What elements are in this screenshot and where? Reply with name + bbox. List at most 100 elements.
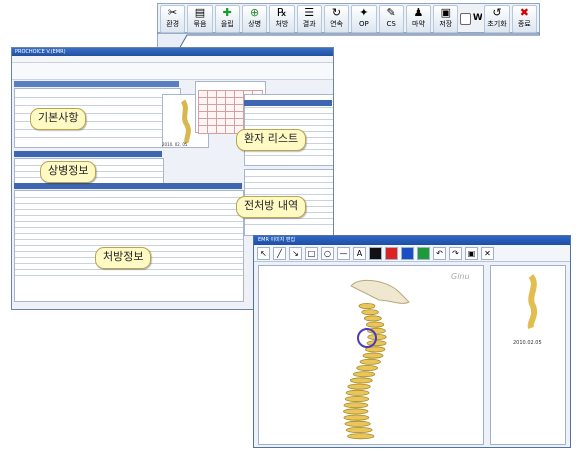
- grid-row-line: [245, 218, 333, 219]
- grid-row-line: [15, 275, 243, 276]
- toolbar-button-label: 연속: [330, 20, 343, 28]
- sequence-icon: ↻: [331, 6, 342, 19]
- vertebra: [362, 352, 384, 359]
- plus-circle-icon: ⊕: [249, 6, 260, 19]
- grid-row-line: [15, 197, 243, 198]
- vertebra: [367, 334, 387, 341]
- toolbar-button-label: 상병: [248, 20, 262, 28]
- line-tool-icon[interactable]: ╱: [273, 246, 286, 260]
- image-canvas[interactable]: Ginu: [258, 265, 484, 445]
- toolbar-button-12[interactable]: ↺ 초기화: [484, 5, 510, 33]
- toolbar-button-8[interactable]: ✎ CS: [378, 5, 404, 33]
- patient-list-selected-row[interactable]: [244, 100, 332, 106]
- vertebra: [361, 309, 379, 316]
- toolbar-button-0[interactable]: ✂ 환경: [160, 5, 186, 33]
- close-x-icon: ✖: [519, 6, 529, 19]
- color-black-icon[interactable]: [369, 246, 382, 260]
- main-window-title: PROCHOICE V.(EMR): [12, 48, 333, 56]
- toolbar-button-6[interactable]: ↻ 연속: [323, 5, 350, 33]
- vertebra: [344, 395, 370, 402]
- arrow-tool-icon[interactable]: ↘: [289, 246, 302, 260]
- spine-xray-illustration: [343, 279, 410, 440]
- toolbar-button-13[interactable]: ✖ 종료: [511, 5, 537, 33]
- thumbnail-date: 2010.02.05: [513, 340, 542, 346]
- grid-row-line: [15, 215, 243, 216]
- vertebra: [356, 365, 379, 372]
- close-icon[interactable]: ✕: [481, 246, 494, 260]
- toolbar-button-1[interactable]: ▤ 묶음: [187, 5, 213, 33]
- ellipse-tool-icon[interactable]: ○: [321, 246, 334, 260]
- toolbar-button-4[interactable]: ℞ 처방: [269, 5, 295, 33]
- prescription-header: [14, 183, 242, 189]
- main-toolbar-strip: [12, 63, 333, 80]
- vertebra: [343, 408, 369, 415]
- toolbar-button-9[interactable]: ♟ 마약: [405, 5, 432, 33]
- vertebra: [358, 303, 376, 310]
- color-blue-icon[interactable]: [401, 246, 414, 260]
- prescription-grid[interactable]: [14, 190, 244, 302]
- rect-tool-icon[interactable]: □: [305, 246, 318, 260]
- grid-row-line: [15, 227, 243, 228]
- tools-icon: ✂: [168, 6, 178, 19]
- w-checkbox[interactable]: [460, 13, 472, 25]
- bundle-icon: ▤: [194, 6, 206, 19]
- grid-row-line: [245, 182, 333, 183]
- spine-column: [343, 303, 387, 440]
- text-tool-icon[interactable]: A: [353, 246, 366, 260]
- color-red-icon[interactable]: [385, 246, 398, 260]
- vertebra: [347, 433, 375, 440]
- prescription-icon: ℞: [276, 6, 287, 19]
- grid-row-line: [245, 224, 333, 225]
- grid-row-line: [245, 113, 333, 114]
- vertebra: [352, 371, 376, 378]
- color-green-icon[interactable]: [417, 246, 430, 260]
- vertebra: [366, 340, 387, 347]
- callout-basic-info: 기본사항: [30, 108, 87, 130]
- grid-row-line: [15, 97, 180, 98]
- toolbar-button-label: 묶음: [193, 20, 207, 28]
- grid-row-line: [15, 233, 243, 234]
- editor-title: EMR 이미지 편집: [254, 236, 570, 245]
- vertebra: [343, 414, 370, 421]
- grid-row-line: [15, 245, 243, 246]
- vertebra: [345, 389, 370, 396]
- toolbar-button-label: 저장: [439, 20, 453, 28]
- w-label: W: [473, 13, 483, 23]
- grid-row-line: [245, 119, 333, 120]
- toolbar-button-label: 초기화: [487, 20, 507, 28]
- toolbar-button-10[interactable]: ▣ 저장: [433, 5, 459, 33]
- toolbar-button-label: 환경: [166, 20, 180, 28]
- toolbar-button-3[interactable]: ⊕ 상병: [241, 5, 268, 33]
- callout-diagnosis-info: 상병정보: [40, 161, 97, 183]
- save-icon: ▣: [440, 6, 451, 19]
- grid-row-line: [15, 239, 243, 240]
- grid-row-line: [15, 137, 180, 138]
- grid-row-line: [15, 269, 243, 270]
- dash-tool-icon[interactable]: —: [337, 246, 350, 260]
- editor-toolbar: ↖ ╱ ↘ □ ○ — A ↶ ↷ ▣ ✕: [254, 245, 570, 262]
- basic-info-header: [14, 81, 179, 87]
- toolbar-button-label: OP: [358, 20, 369, 28]
- toolbar-button-7[interactable]: ✦ OP: [351, 5, 377, 33]
- undo-icon[interactable]: ↶: [433, 246, 446, 260]
- grid-row-line: [245, 107, 333, 108]
- save-icon[interactable]: ▣: [465, 246, 478, 260]
- pointer-tool-icon[interactable]: ↖: [257, 246, 270, 260]
- callout-patient-list: 환자 리스트: [236, 129, 307, 151]
- grid-row-line: [245, 176, 333, 177]
- vertebra: [343, 402, 369, 409]
- vertebra: [365, 321, 385, 328]
- toolbar-button-5[interactable]: ☰ 결과: [296, 5, 322, 33]
- main-thumb-date: 2010. 02. 05: [162, 142, 188, 147]
- thumbnail-spine-icon[interactable]: [491, 266, 567, 336]
- vertebra: [363, 315, 382, 322]
- grid-row-line: [245, 155, 333, 156]
- grid-row-line: [15, 209, 243, 210]
- toolbar-button-2[interactable]: ✚ 을립: [214, 5, 240, 33]
- narcotic-icon: ♟: [413, 6, 424, 19]
- toolbar-button-label: CS: [386, 20, 396, 28]
- grid-row-line: [245, 194, 333, 195]
- vertebra: [345, 426, 373, 433]
- redo-icon[interactable]: ↷: [449, 246, 462, 260]
- grid-row-line: [15, 221, 243, 222]
